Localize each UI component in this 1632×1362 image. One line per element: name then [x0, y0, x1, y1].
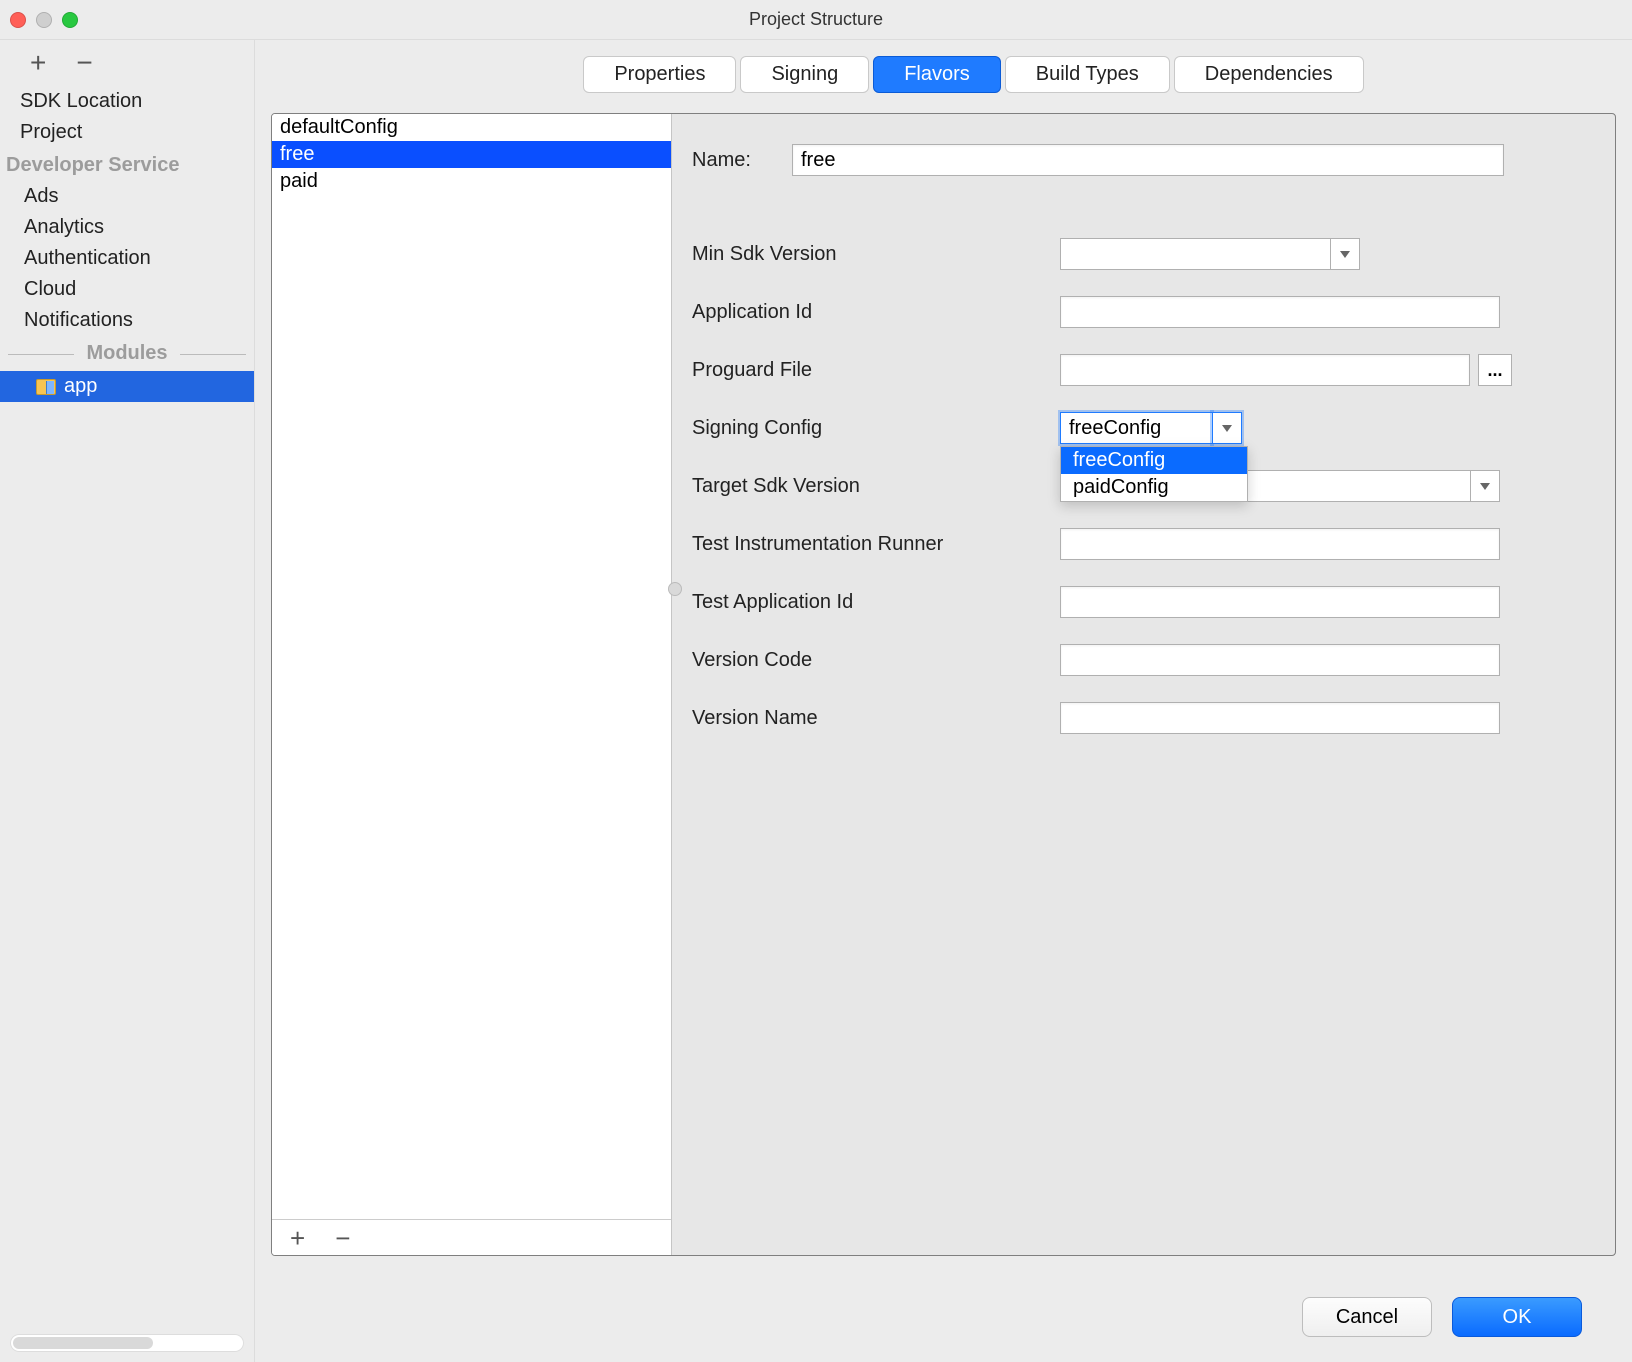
sidebar-list: SDK Location Project Developer Service A… — [0, 86, 254, 1328]
sidebar-item-project[interactable]: Project — [0, 117, 254, 148]
signing-config-label: Signing Config — [686, 417, 1046, 440]
signing-config-dropdown: freeConfig paidConfig — [1060, 446, 1248, 502]
test-runner-input[interactable] — [1060, 528, 1500, 560]
name-input[interactable] — [792, 144, 1504, 176]
tab-build-types[interactable]: Build Types — [1005, 56, 1170, 93]
ok-button[interactable]: OK — [1452, 1297, 1582, 1337]
tab-properties[interactable]: Properties — [583, 56, 736, 93]
sidebar-horizontal-scrollbar[interactable] — [10, 1334, 244, 1352]
sidebar-section-developer-services: Developer Service — [0, 148, 254, 181]
flavors-panel: defaultConfig free paid + − Name: Min Sd… — [271, 113, 1616, 1256]
min-sdk-combo[interactable] — [1060, 238, 1360, 270]
sidebar-add-button[interactable]: + — [30, 49, 46, 77]
tab-signing[interactable]: Signing — [740, 56, 869, 93]
signing-config-input[interactable] — [1060, 412, 1212, 444]
version-code-input[interactable] — [1060, 644, 1500, 676]
cancel-button[interactable]: Cancel — [1302, 1297, 1432, 1337]
test-runner-label: Test Instrumentation Runner — [686, 533, 1046, 556]
flavor-list-column: defaultConfig free paid + − — [272, 114, 672, 1255]
test-app-id-input[interactable] — [1060, 586, 1500, 618]
window-title: Project Structure — [0, 9, 1632, 30]
test-app-id-label: Test Application Id — [686, 591, 1046, 614]
sidebar-toolbar: + − — [0, 40, 254, 86]
proguard-label: Proguard File — [686, 359, 1046, 382]
tab-flavors[interactable]: Flavors — [873, 56, 1001, 93]
proguard-input[interactable] — [1060, 354, 1470, 386]
version-name-label: Version Name — [686, 707, 1046, 730]
sidebar-item-analytics[interactable]: Analytics — [0, 212, 254, 243]
target-sdk-dropdown-button[interactable] — [1470, 470, 1500, 502]
module-folder-icon — [36, 379, 56, 395]
flavor-list[interactable]: defaultConfig free paid — [272, 114, 671, 1219]
flavor-item-paid[interactable]: paid — [272, 168, 671, 195]
tabs: Properties Signing Flavors Build Types D… — [271, 56, 1616, 93]
sidebar-module-label: app — [64, 375, 97, 398]
target-sdk-label: Target Sdk Version — [686, 475, 1046, 498]
main-pane: Properties Signing Flavors Build Types D… — [255, 40, 1632, 1362]
flavor-add-button[interactable]: + — [290, 1225, 305, 1251]
app-id-input[interactable] — [1060, 296, 1500, 328]
sidebar-module-app[interactable]: app — [0, 371, 254, 402]
proguard-browse-button[interactable]: ... — [1478, 354, 1512, 386]
sidebar-remove-button[interactable]: − — [76, 49, 92, 77]
flavor-item-default[interactable]: defaultConfig — [272, 114, 671, 141]
sidebar-item-notifications[interactable]: Notifications — [0, 305, 254, 336]
flavor-remove-button[interactable]: − — [335, 1225, 350, 1251]
min-sdk-label: Min Sdk Version — [686, 243, 1046, 266]
sidebar: + − SDK Location Project Developer Servi… — [0, 40, 255, 1362]
sidebar-section-modules: Modules — [0, 336, 254, 371]
signing-config-combo[interactable] — [1060, 412, 1242, 444]
signing-config-dropdown-button[interactable] — [1212, 412, 1242, 444]
version-code-label: Version Code — [686, 649, 1046, 672]
sidebar-item-cloud[interactable]: Cloud — [0, 274, 254, 305]
flavor-list-toolbar: + − — [272, 1219, 671, 1255]
sidebar-item-authentication[interactable]: Authentication — [0, 243, 254, 274]
min-sdk-dropdown-button[interactable] — [1330, 238, 1360, 270]
min-sdk-input[interactable] — [1060, 238, 1330, 270]
version-name-input[interactable] — [1060, 702, 1500, 734]
test-app-id-radio-icon — [668, 582, 682, 596]
app-id-label: Application Id — [686, 301, 1046, 324]
flavor-form: Name: Min Sdk Version Application Id — [672, 114, 1615, 1255]
tab-dependencies[interactable]: Dependencies — [1174, 56, 1364, 93]
dialog-footer: Cancel OK — [271, 1272, 1616, 1362]
name-label: Name: — [686, 149, 778, 172]
flavor-item-free[interactable]: free — [272, 141, 671, 168]
sidebar-item-sdk-location[interactable]: SDK Location — [0, 86, 254, 117]
window-titlebar: Project Structure — [0, 0, 1632, 40]
signing-option-free[interactable]: freeConfig — [1061, 447, 1247, 474]
signing-option-paid[interactable]: paidConfig — [1061, 474, 1247, 501]
sidebar-item-ads[interactable]: Ads — [0, 181, 254, 212]
